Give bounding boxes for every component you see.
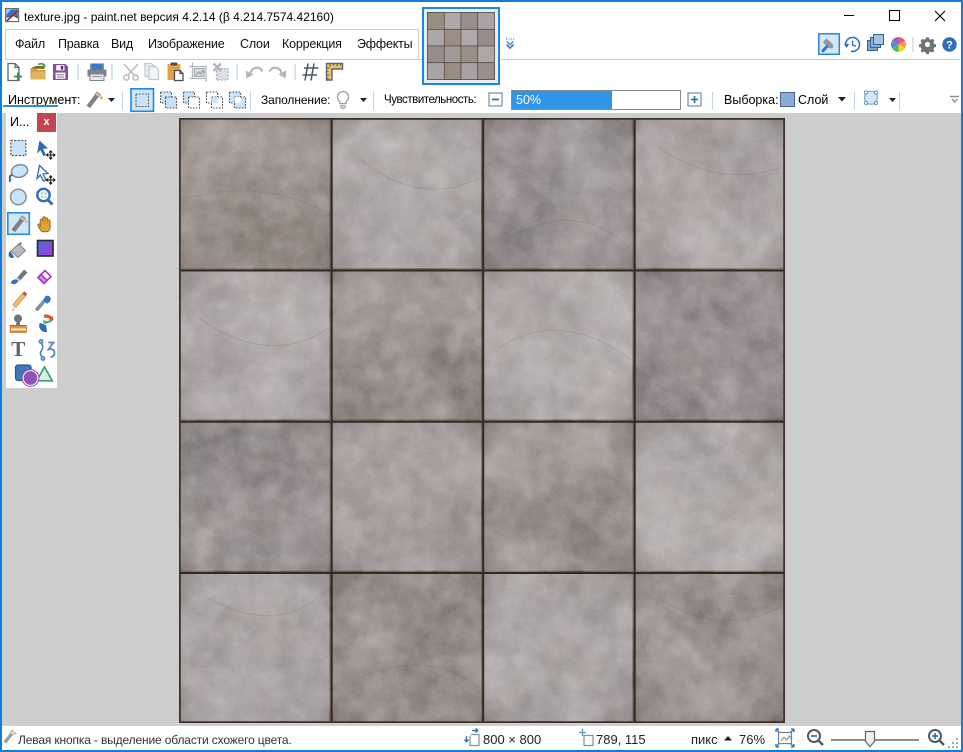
svg-text:?: ?: [946, 40, 953, 52]
svg-text:T: T: [11, 337, 25, 361]
